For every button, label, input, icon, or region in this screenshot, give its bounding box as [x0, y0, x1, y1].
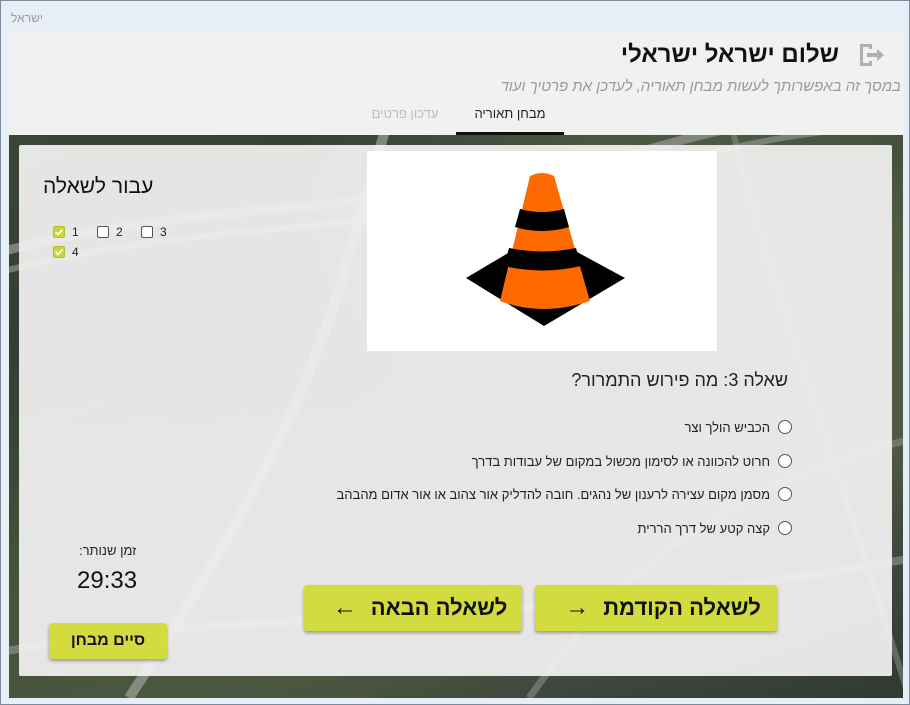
- question-number: 2: [116, 225, 123, 239]
- radio-button[interactable]: [778, 420, 792, 434]
- timer-label: זמן שנותר:: [79, 543, 137, 558]
- app-window: ישראל שלום ישראל ישראלי במסך זה באפשרותך…: [0, 0, 910, 705]
- answer-option[interactable]: חרוט להכוונה או לסימון מכשול במקום של עב…: [472, 451, 792, 471]
- window-title: ישראל: [11, 11, 43, 25]
- radio-button[interactable]: [778, 521, 792, 535]
- question-number: 3: [160, 225, 167, 239]
- radio-button[interactable]: [778, 454, 792, 468]
- question-checkbox[interactable]: 3: [141, 225, 167, 239]
- timer-value: 29:33: [77, 567, 138, 594]
- question-image: [367, 151, 717, 351]
- next-question-label: לשאלה הבאה: [370, 595, 508, 620]
- answer-option[interactable]: מסמן מקום עצירה לרענון של נהגים. חובה לה…: [337, 484, 792, 504]
- traffic-cone-icon: [466, 173, 625, 326]
- next-question-button[interactable]: לשאלה הבאה ←: [304, 585, 522, 631]
- arrow-right-icon: →: [565, 594, 590, 621]
- question-number: 1: [72, 225, 79, 239]
- answer-label: קצה קטע של דרך הררית: [637, 520, 770, 536]
- arrow-left-icon: ←: [332, 594, 357, 621]
- title-bar[interactable]: ישראל: [1, 1, 909, 31]
- finish-test-button[interactable]: סיים מבחן: [49, 623, 167, 659]
- question-checkbox[interactable]: 2: [97, 225, 123, 239]
- checkbox-icon[interactable]: [141, 226, 153, 238]
- previous-question-label: לשאלה הקודמת: [603, 595, 761, 620]
- header-subtitle: במסך זה באפשרותך לעשות מבחן תאוריה, לעדכ…: [500, 78, 901, 95]
- question-navigator-title: עבור לשאלה: [43, 175, 154, 198]
- tab-theory-test[interactable]: מבחן תאוריה: [456, 99, 564, 135]
- previous-question-button[interactable]: לשאלה הקודמת →: [535, 585, 777, 631]
- answer-label: הכביש הולך וצר: [684, 419, 770, 435]
- question-card: שאלה 3: מה פירוש התמרור? הכביש הולך וצר …: [19, 145, 892, 676]
- question-checkbox[interactable]: 1: [53, 225, 79, 239]
- checkbox-checked-icon[interactable]: [53, 246, 65, 258]
- tab-bar: מבחן תאוריה עדכון פרטים: [9, 99, 903, 135]
- question-checkbox[interactable]: 4: [53, 245, 79, 259]
- checkbox-icon[interactable]: [97, 226, 109, 238]
- radio-button[interactable]: [778, 487, 792, 501]
- question-title: שאלה 3: מה פירוש התמרור?: [571, 370, 788, 390]
- checkbox-checked-icon[interactable]: [53, 226, 65, 238]
- answer-option[interactable]: הכביש הולך וצר: [684, 417, 792, 437]
- exit-icon[interactable]: [857, 41, 887, 69]
- tab-update-details[interactable]: עדכון פרטים: [359, 99, 451, 135]
- greeting-title: שלום ישראל ישראלי: [620, 41, 839, 68]
- question-number: 4: [72, 245, 79, 259]
- answer-label: חרוט להכוונה או לסימון מכשול במקום של עב…: [471, 453, 770, 469]
- answer-option[interactable]: קצה קטע של דרך הררית: [638, 518, 792, 538]
- answer-label: מסמן מקום עצירה לרענון של נהגים. חובה לה…: [336, 486, 770, 502]
